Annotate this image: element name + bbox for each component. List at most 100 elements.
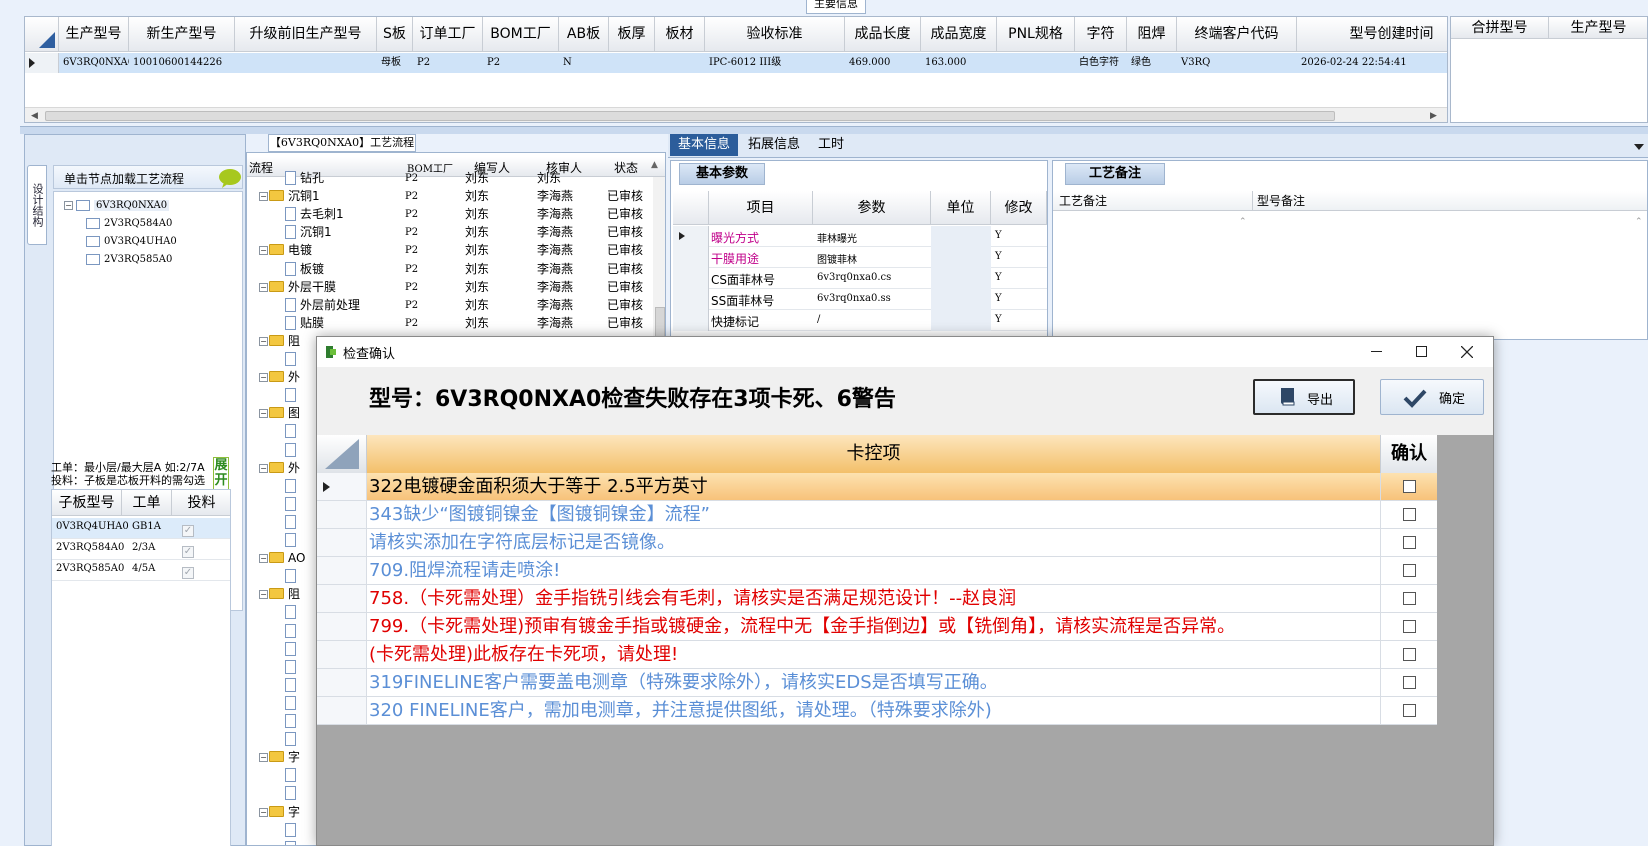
tab-extended-info[interactable]: 拓展信息 — [740, 134, 808, 156]
param-row[interactable]: 快捷标记 / Y — [673, 310, 1047, 331]
collapse-icon[interactable]: − — [64, 201, 73, 210]
row-cell[interactable] — [655, 53, 705, 73]
row-cell[interactable] — [235, 53, 377, 73]
col-header[interactable]: 验收标准 — [705, 17, 845, 52]
confirm-checkbox[interactable] — [1380, 613, 1437, 640]
collapse-icon[interactable]: − — [259, 463, 268, 473]
control-item-row[interactable]: 709.阻焊流程请走喷涂! — [317, 557, 1437, 585]
col-header[interactable]: 型号创建时间 — [1297, 17, 1447, 52]
collapse-icon[interactable]: − — [259, 246, 268, 256]
control-item-row[interactable]: 319FINELINE客户需要盖电测章（特殊要求除外），请核实EDS是否填写正确… — [317, 669, 1437, 697]
confirm-checkbox[interactable] — [1380, 697, 1437, 724]
confirm-checkbox[interactable] — [1380, 473, 1437, 500]
flow-row[interactable]: − 外层干膜 P2 刘东 李海燕 已审核 — [247, 278, 651, 297]
col-header[interactable]: 新生产型号 — [129, 17, 235, 52]
flow-row[interactable]: 去毛刺1 P2 刘东 李海燕 已审核 — [247, 205, 651, 224]
control-item-row[interactable]: 343缺少“图镀铜镍金【图镀铜镍金】流程” — [317, 501, 1437, 529]
collapse-icon[interactable]: − — [259, 409, 268, 419]
row-cell[interactable]: P2 — [483, 53, 559, 73]
control-item-row[interactable]: 320 FINELINE客户，需加电测章，并注意提供图纸，请处理。（特殊要求除外… — [317, 697, 1437, 725]
param-row-indicator[interactable] — [673, 268, 709, 289]
param-value[interactable]: 6v3rq0nxa0.ss — [817, 293, 929, 304]
tab-basic-info[interactable]: 基本信息 — [670, 134, 739, 156]
row-cell[interactable]: 母板 — [377, 53, 413, 73]
checkbox[interactable] — [1402, 480, 1416, 493]
row-cell[interactable] — [997, 53, 1075, 73]
param-row[interactable]: CS面菲林号 6v3rq0nxa0.cs Y — [673, 268, 1047, 289]
param-unit[interactable] — [931, 268, 991, 289]
control-row-indicator[interactable] — [317, 529, 367, 556]
close-icon[interactable] — [1461, 346, 1473, 358]
param-row[interactable]: 曝光方式 菲林曝光 Y — [673, 226, 1047, 247]
control-row-indicator[interactable] — [317, 473, 367, 500]
flow-scroll-up[interactable]: ▲ — [651, 160, 658, 170]
row-cell[interactable]: 469.000 — [845, 53, 921, 73]
splitter[interactable] — [20, 126, 1648, 134]
control-item-row[interactable]: (卡死需处理)此板存在卡死项，请处理! — [317, 641, 1437, 669]
row-cell[interactable]: 6V3RQ0NXA0 — [59, 53, 129, 73]
collapse-icon[interactable]: − — [259, 753, 268, 763]
param-value[interactable]: 菲林曝光 — [817, 230, 929, 245]
scroll-left-arrow[interactable]: ◀ — [31, 111, 38, 121]
control-item-row[interactable]: 758.（卡死需处理）金手指铣引线会有毛刺，请核实是否满足规范设计！--赵良润 — [317, 585, 1437, 613]
row-cell[interactable]: P2 — [413, 53, 483, 73]
param-row-indicator[interactable] — [673, 289, 709, 310]
flow-row[interactable]: − 沉铜1 P2 刘东 李海燕 已审核 — [247, 187, 651, 206]
feed-checkbox[interactable]: ✓ — [182, 522, 194, 537]
col-unit[interactable]: 单位 — [931, 191, 991, 225]
flow-row[interactable]: 板镀 P2 刘东 李海燕 已审核 — [247, 260, 651, 279]
param-value[interactable]: / — [817, 314, 929, 325]
checkbox[interactable] — [1402, 704, 1416, 717]
col-header[interactable]: 成品宽度 — [921, 17, 997, 52]
control-row-indicator[interactable] — [317, 585, 367, 612]
row-cell[interactable]: 绿色 — [1127, 53, 1177, 73]
confirm-checkbox[interactable] — [1380, 557, 1437, 584]
col-model-remarks[interactable]: 型号备注 — [1253, 191, 1647, 211]
feed-checkbox[interactable]: ✓ — [182, 564, 194, 579]
confirm-checkbox[interactable] — [1380, 669, 1437, 696]
checkbox[interactable] — [1402, 536, 1416, 549]
col-work-order[interactable]: 工单 — [122, 490, 172, 516]
sub-board-row[interactable]: 0V3RQ4UHA0 GB1A ✓ — [52, 518, 230, 539]
param-row[interactable]: SS面菲林号 6v3rq0nxa0.ss Y — [673, 289, 1047, 310]
col-param[interactable]: 参数 — [813, 191, 931, 225]
col-header[interactable]: 阻焊 — [1127, 17, 1177, 52]
param-unit[interactable] — [931, 310, 991, 331]
maximize-icon[interactable] — [1416, 346, 1427, 357]
vertical-tab-design[interactable]: 设计结构 — [27, 165, 47, 245]
minimize-icon[interactable] — [1371, 351, 1382, 352]
col-header[interactable]: AB板 — [559, 17, 609, 52]
sub-board-row[interactable]: 2V3RQ585A0 4/5A ✓ — [52, 560, 230, 581]
row-cell[interactable] — [609, 53, 655, 73]
flow-row[interactable]: − 电镀 P2 刘东 李海燕 已审核 — [247, 241, 651, 260]
param-unit[interactable] — [931, 247, 991, 268]
tab-work-hours[interactable]: 工时 — [810, 134, 852, 156]
col-header-production-model[interactable]: 生产型号 — [1549, 17, 1647, 39]
tree-root[interactable]: − 6V3RQ0NXA0 — [64, 200, 170, 211]
confirm-checkbox[interactable] — [1380, 641, 1437, 668]
confirm-checkbox[interactable] — [1380, 501, 1437, 528]
remarks-scroll-up-1[interactable]: ⌃ — [1239, 217, 1247, 227]
confirm-checkbox[interactable] — [1380, 529, 1437, 556]
scroll-thumb[interactable] — [45, 111, 1335, 121]
load-hint-bar[interactable]: 单击节点加载工艺流程 — [53, 165, 243, 189]
tab-process-remarks[interactable]: 工艺备注 — [1065, 163, 1165, 185]
col-header[interactable]: 终端客户代码 — [1177, 17, 1297, 52]
row-indicator-header[interactable] — [25, 17, 59, 52]
flow-row[interactable]: 外层前处理 P2 刘东 李海燕 已审核 — [247, 296, 651, 315]
col-confirm[interactable]: 确认 — [1380, 435, 1437, 473]
col-header[interactable]: 升级前旧生产型号 — [235, 17, 377, 52]
col-header[interactable]: 订单工厂 — [413, 17, 483, 52]
expand-button[interactable]: 展开 — [213, 457, 229, 491]
control-row-indicator[interactable] — [317, 557, 367, 584]
row-cell[interactable]: 10010600144226 — [129, 53, 235, 73]
col-process-remarks[interactable]: 工艺备注 — [1053, 191, 1253, 211]
tree-child[interactable]: 2V3RQ584A0 — [86, 218, 172, 229]
flow-row[interactable]: 钻孔 P2 刘东 刘东 — [247, 169, 651, 188]
export-button[interactable]: 导出 — [1253, 379, 1355, 415]
horizontal-scrollbar[interactable]: ◀ ▶ — [25, 107, 1447, 122]
col-header[interactable]: PNL规格 — [997, 17, 1075, 52]
col-header[interactable]: S板 — [377, 17, 413, 52]
collapse-icon[interactable]: − — [259, 554, 268, 564]
collapse-icon[interactable]: − — [259, 336, 268, 346]
